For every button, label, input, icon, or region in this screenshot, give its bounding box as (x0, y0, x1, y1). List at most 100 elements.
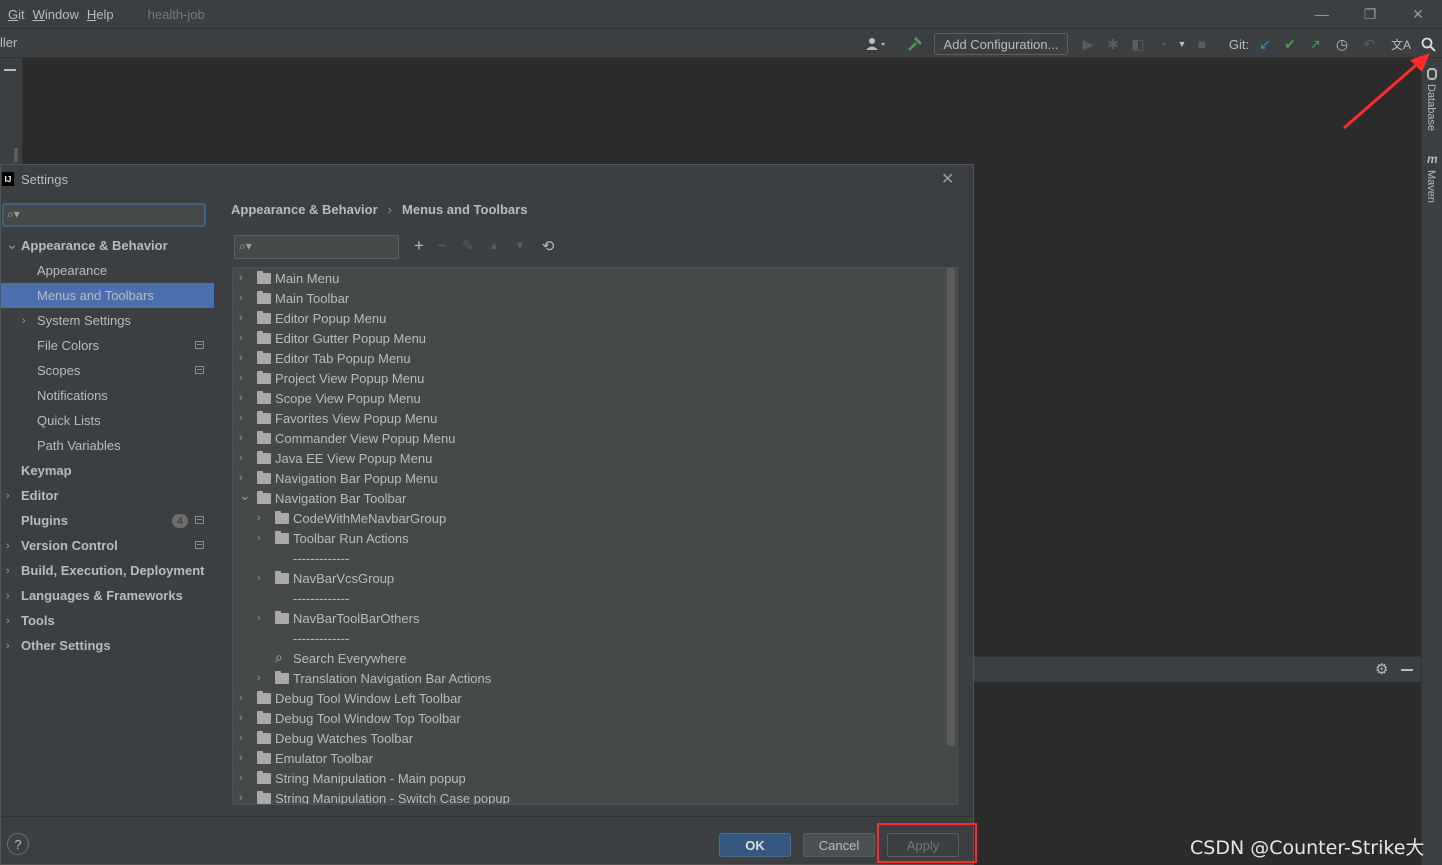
chevron-right-icon[interactable]: › (239, 372, 243, 384)
nav-item-system-settings[interactable]: › System Settings (1, 308, 214, 333)
hide-panel-icon[interactable] (1401, 669, 1413, 671)
search-icon: ⌕▾ (239, 239, 252, 253)
tree-row-label: Commander View Popup Menu (275, 430, 456, 446)
chevron-right-icon[interactable]: › (6, 565, 10, 577)
chevron-right-icon[interactable]: › (239, 412, 243, 424)
chevron-right-icon[interactable]: › (239, 692, 243, 704)
folder-icon (257, 711, 271, 724)
nav-item-notifications[interactable]: Notifications (1, 383, 214, 408)
folder-icon (257, 291, 271, 304)
chevron-right-icon[interactable]: › (239, 472, 243, 484)
chevron-right-icon[interactable]: › (257, 672, 261, 684)
tree-row-label: Debug Watches Toolbar (275, 730, 414, 746)
chevron-down-icon[interactable]: ⌄ (6, 236, 18, 253)
dialog-footer: ? OK Cancel Apply (1, 816, 973, 864)
nav-item-version-control[interactable]: › Version Control (1, 533, 214, 558)
chevron-right-icon[interactable]: › (239, 432, 243, 444)
chevron-right-icon[interactable]: › (239, 792, 243, 804)
edit-pencil-icon[interactable]: ✎ (458, 236, 478, 256)
nav-item-label: Other Settings (21, 638, 111, 653)
settings-search-input[interactable]: ⌕▾ (2, 203, 206, 227)
run-icon[interactable]: ▶ (1078, 34, 1098, 54)
nav-item-label: File Colors (37, 338, 100, 353)
tree-row-label: Project View Popup Menu (275, 370, 425, 386)
close-window-icon[interactable]: ✕ (1394, 0, 1442, 28)
git-push-icon[interactable]: ↗ (1306, 34, 1324, 54)
chevron-right-icon[interactable]: › (239, 452, 243, 464)
annotation-arrow (1343, 53, 1430, 130)
gear-icon[interactable]: ⚙ (1375, 660, 1388, 678)
build-hammer-icon[interactable] (905, 34, 925, 54)
menu-window[interactable]: Window (25, 7, 79, 22)
nav-item-path-variables[interactable]: Path Variables (1, 433, 214, 458)
chevron-right-icon[interactable]: › (239, 292, 243, 304)
tree-scrollbar[interactable] (947, 268, 955, 746)
nav-item-keymap[interactable]: Keymap (1, 458, 214, 483)
chevron-right-icon[interactable]: › (6, 590, 10, 602)
nav-item-label: System Settings (37, 313, 131, 328)
cancel-button[interactable]: Cancel (803, 833, 875, 857)
add-configuration-button[interactable]: Add Configuration... (934, 33, 1068, 55)
move-down-icon[interactable]: ▼ (510, 236, 530, 256)
chevron-right-icon[interactable]: › (257, 512, 261, 524)
collapse-panel-icon[interactable] (4, 69, 16, 71)
chevron-right-icon[interactable]: › (239, 352, 243, 364)
chevron-right-icon[interactable]: › (257, 612, 261, 624)
stop-icon[interactable]: ■ (1194, 34, 1210, 54)
chevron-right-icon[interactable]: › (239, 332, 243, 344)
maven-tab[interactable]: Maven (1425, 170, 1437, 203)
git-commit-icon[interactable]: ✔ (1281, 34, 1299, 54)
nav-item-file-colors[interactable]: File Colors (1, 333, 214, 358)
chevron-right-icon[interactable]: › (239, 272, 243, 284)
chevron-right-icon[interactable]: › (22, 315, 26, 327)
chevron-right-icon[interactable]: › (239, 712, 243, 724)
chevron-right-icon[interactable]: › (239, 312, 243, 324)
chevron-right-icon[interactable]: › (6, 615, 10, 627)
chevron-down-icon[interactable]: ⌄ (239, 487, 251, 504)
minimize-icon[interactable]: — (1298, 0, 1346, 28)
menu-git[interactable]: Git (0, 7, 25, 22)
restore-icon[interactable]: ❐ (1346, 0, 1394, 28)
nav-item-build-execution-deployment[interactable]: › Build, Execution, Deployment (1, 558, 214, 583)
nav-item-scopes[interactable]: Scopes (1, 358, 214, 383)
nav-item-quick-lists[interactable]: Quick Lists (1, 408, 214, 433)
move-up-icon[interactable]: ▲ (484, 236, 504, 256)
user-icon[interactable] (862, 34, 890, 54)
chevron-right-icon[interactable]: › (6, 640, 10, 652)
nav-item-editor[interactable]: › Editor (1, 483, 214, 508)
run-options-chevron-icon[interactable]: ▼ (1175, 34, 1189, 54)
nav-item-menus-and-toolbars[interactable]: Menus and Toolbars (1, 283, 214, 308)
nav-item-languages-frameworks[interactable]: › Languages & Frameworks (1, 583, 214, 608)
chevron-right-icon[interactable]: › (6, 490, 10, 502)
nav-item-appearance-behavior[interactable]: ⌄ Appearance & Behavior (1, 233, 214, 258)
breadcrumb-parent[interactable]: Appearance & Behavior (231, 202, 378, 217)
coverage-icon[interactable]: ◧ (1128, 34, 1148, 54)
chevron-right-icon[interactable]: › (6, 540, 10, 552)
dialog-title-bar: IJ Settings (1, 165, 973, 193)
debug-icon[interactable]: ✱ (1103, 34, 1123, 54)
restore-defaults-icon[interactable]: ⟲ (538, 236, 558, 256)
nav-item-tools[interactable]: › Tools (1, 608, 214, 633)
add-icon[interactable]: + (409, 236, 429, 256)
folder-icon (257, 771, 271, 784)
nav-item-appearance[interactable]: Appearance (1, 258, 214, 283)
folder-icon (257, 451, 271, 464)
ok-button[interactable]: OK (719, 833, 791, 857)
nav-breadcrumb[interactable]: ller (0, 35, 17, 50)
close-icon[interactable]: ✕ (941, 169, 954, 189)
menu-help[interactable]: Help (79, 7, 114, 22)
nav-item-plugins[interactable]: Plugins 4 (1, 508, 214, 533)
help-button[interactable]: ? (7, 833, 29, 855)
chevron-right-icon[interactable]: › (239, 732, 243, 744)
tree-search-input[interactable]: ⌕▾ (234, 235, 399, 259)
chevron-right-icon[interactable]: › (257, 572, 261, 584)
chevron-right-icon[interactable]: › (239, 752, 243, 764)
chevron-right-icon[interactable]: › (239, 772, 243, 784)
profile-icon[interactable]: ◔ (1153, 34, 1173, 54)
git-update-icon[interactable]: ↙ (1256, 34, 1274, 54)
chevron-right-icon[interactable]: › (257, 532, 261, 544)
chevron-right-icon[interactable]: › (239, 392, 243, 404)
nav-item-other-settings[interactable]: › Other Settings (1, 633, 214, 658)
remove-icon[interactable]: − (432, 236, 452, 256)
maven-icon[interactable]: m (1427, 152, 1438, 166)
